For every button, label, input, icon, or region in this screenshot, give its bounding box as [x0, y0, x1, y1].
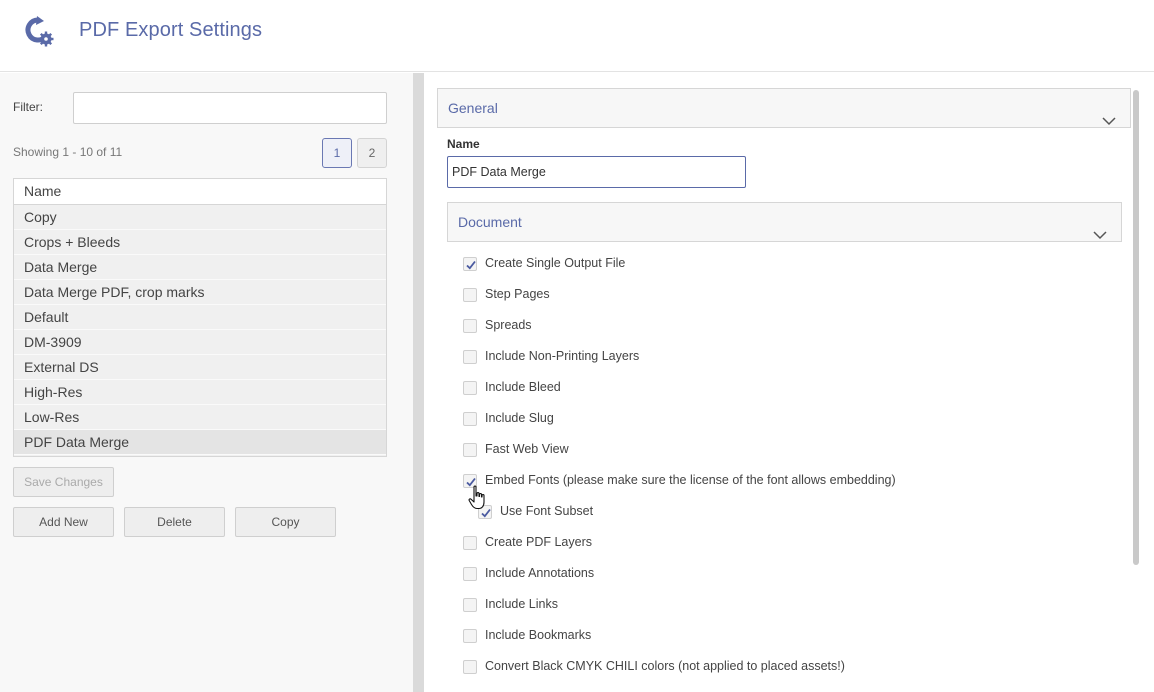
option-row[interactable]: Create PDF Layers: [463, 534, 1063, 554]
list-item[interactable]: Data Merge PDF, crop marks: [14, 280, 386, 305]
list-header-name[interactable]: Name: [14, 179, 386, 205]
option-label: Convert Black CMYK CHILI colors (not app…: [485, 659, 845, 673]
filter-label: Filter:: [13, 100, 43, 114]
option-label: Step Pages: [485, 287, 550, 301]
checkbox-checked[interactable]: [463, 257, 477, 271]
save-changes-button[interactable]: Save Changes: [13, 467, 114, 497]
option-row[interactable]: Create Single Output File: [463, 255, 1063, 275]
option-row[interactable]: Fast Web View: [463, 441, 1063, 461]
option-row[interactable]: Include Bleed: [463, 379, 1063, 399]
page-title: PDF Export Settings: [79, 19, 263, 41]
option-row[interactable]: Include Slug: [463, 410, 1063, 430]
list-item[interactable]: External DS: [14, 355, 386, 380]
chevron-down-icon: [1093, 216, 1107, 240]
list-item[interactable]: Data Merge: [14, 255, 386, 280]
list-item[interactable]: Crops + Bleeds: [14, 230, 386, 255]
checkbox[interactable]: [463, 536, 477, 550]
list-item[interactable]: Default: [14, 305, 386, 330]
option-row[interactable]: Use Font Subset: [478, 503, 1078, 523]
copy-button[interactable]: Copy: [235, 507, 336, 537]
checkbox[interactable]: [463, 288, 477, 302]
option-label: Include Non-Printing Layers: [485, 349, 640, 363]
list-item[interactable]: High-Res: [14, 380, 386, 405]
scrollbar[interactable]: [1133, 90, 1139, 565]
checkbox[interactable]: [463, 443, 477, 457]
option-label: Include Slug: [485, 411, 554, 425]
name-label: Name: [447, 137, 480, 151]
general-section-header[interactable]: General: [437, 88, 1131, 128]
option-row[interactable]: Step Pages: [463, 286, 1063, 306]
option-label: Embed Fonts (please make sure the licens…: [485, 473, 896, 487]
option-label: Spreads: [485, 318, 532, 332]
list-item[interactable]: Copy: [14, 205, 386, 230]
checkbox[interactable]: [463, 660, 477, 674]
checkbox[interactable]: [463, 598, 477, 612]
app-header: PDF Export Settings: [0, 0, 1154, 72]
option-label: Create Single Output File: [485, 256, 626, 270]
option-row[interactable]: Include Links: [463, 596, 1063, 616]
settings-list-panel: Filter: Showing 1 - 10 of 11 1 2 Name Co…: [0, 73, 413, 692]
showing-count: Showing 1 - 10 of 11: [13, 145, 123, 159]
hand-cursor-icon: [468, 485, 488, 511]
chevron-down-icon: [1102, 102, 1116, 126]
name-input[interactable]: [447, 156, 746, 188]
delete-button[interactable]: Delete: [124, 507, 225, 537]
option-label: Include Bookmarks: [485, 628, 592, 642]
option-row[interactable]: Include Non-Printing Layers: [463, 348, 1063, 368]
option-row[interactable]: Include Annotations: [463, 565, 1063, 585]
add-new-button[interactable]: Add New: [13, 507, 114, 537]
option-label: Fast Web View: [485, 442, 569, 456]
checkbox[interactable]: [463, 629, 477, 643]
checkbox[interactable]: [463, 350, 477, 364]
option-label: Use Font Subset: [500, 504, 594, 518]
option-label: Include Bleed: [485, 380, 561, 394]
page-1-button[interactable]: 1: [322, 138, 352, 168]
list-item[interactable]: Low-Res: [14, 405, 386, 430]
checkbox[interactable]: [463, 412, 477, 426]
option-row[interactable]: Embed Fonts (please make sure the licens…: [463, 472, 1063, 492]
settings-detail-panel: General Name Document Create Single Outp…: [424, 73, 1154, 692]
settings-list: Name Copy Crops + Bleeds Data Merge Data…: [13, 178, 387, 457]
list-item-selected[interactable]: PDF Data Merge: [14, 430, 386, 455]
option-row[interactable]: Convert Black CMYK CHILI colors (not app…: [463, 658, 1063, 678]
list-item[interactable]: DM-3909: [14, 330, 386, 355]
page-2-button[interactable]: 2: [357, 138, 387, 168]
panel-splitter[interactable]: [413, 73, 424, 692]
checkbox[interactable]: [463, 381, 477, 395]
document-section-header[interactable]: Document: [447, 202, 1122, 242]
gear-refresh-icon: [24, 16, 56, 48]
option-label: Include Annotations: [485, 566, 595, 580]
option-row[interactable]: Include Bookmarks: [463, 627, 1063, 647]
checkmark-icon: [466, 260, 476, 270]
option-label: Include Links: [485, 597, 558, 611]
option-label: Create PDF Layers: [485, 535, 592, 549]
option-row[interactable]: Spreads: [463, 317, 1063, 337]
filter-input[interactable]: [73, 92, 387, 124]
document-section-title: Document: [458, 214, 522, 230]
general-section-title: General: [448, 100, 498, 116]
checkbox[interactable]: [463, 567, 477, 581]
checkbox[interactable]: [463, 319, 477, 333]
